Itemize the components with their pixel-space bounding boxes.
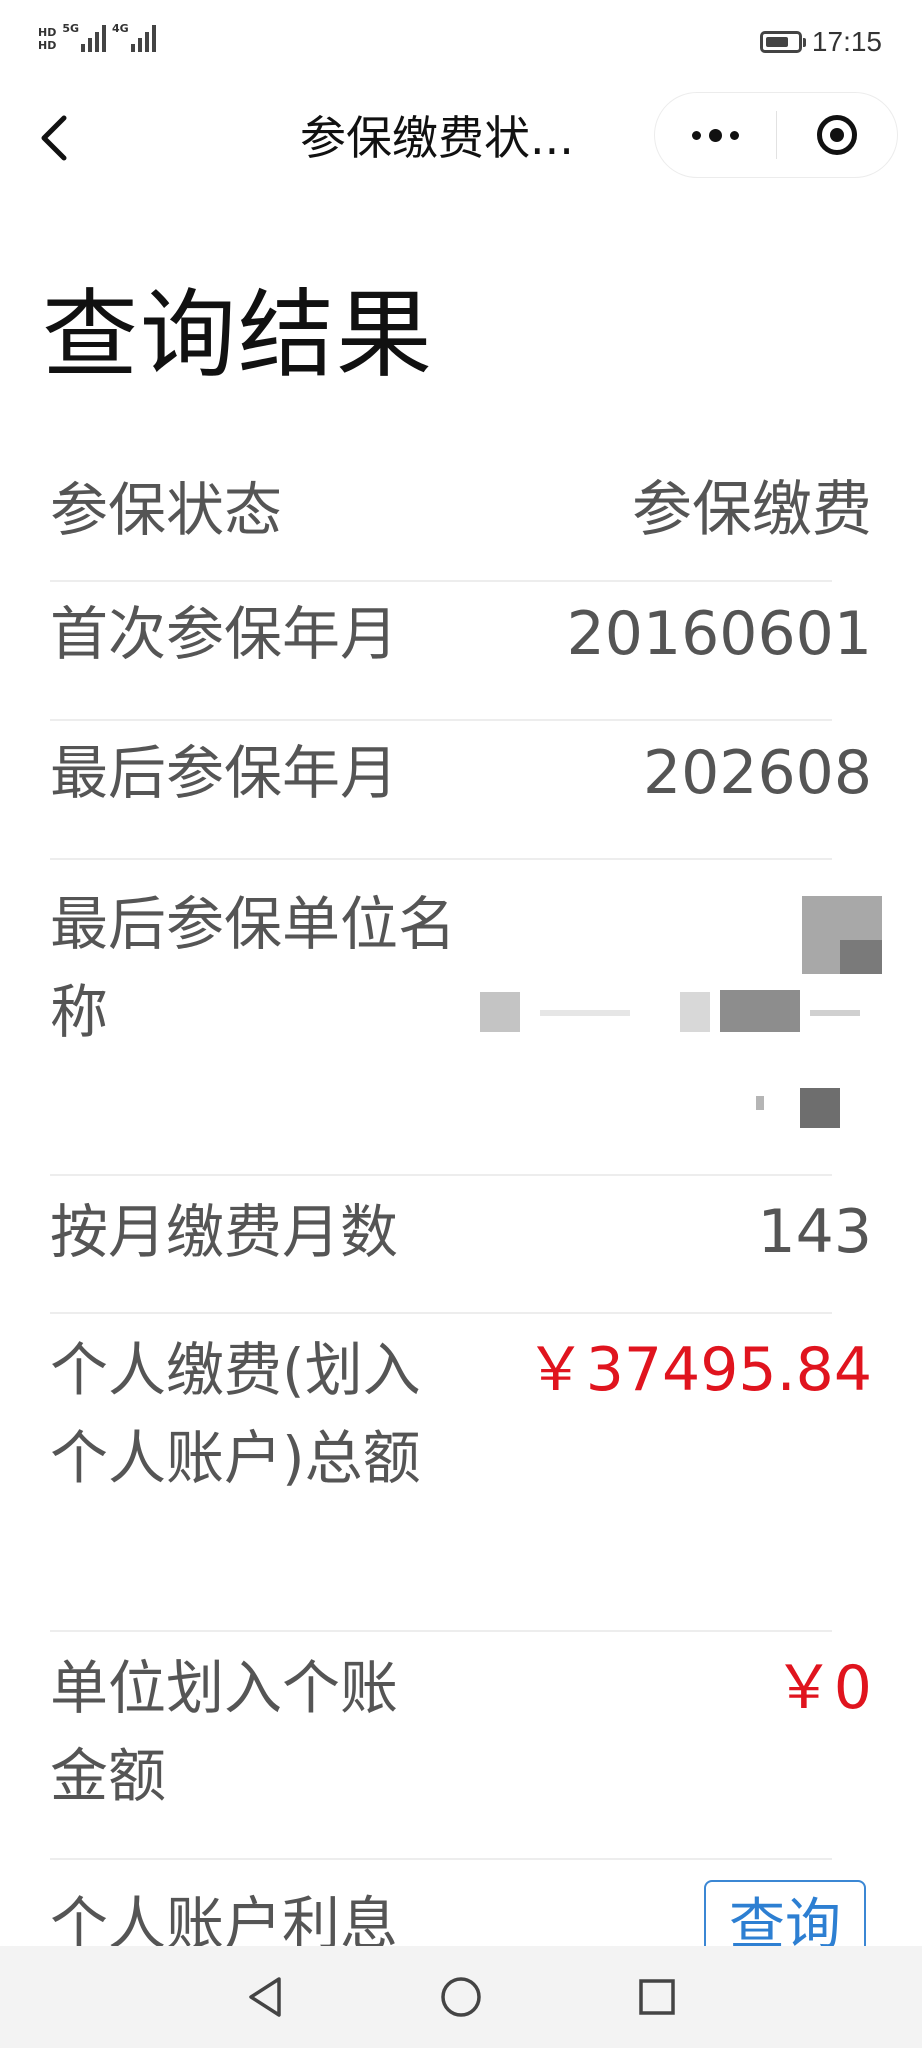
- row-label: 个人缴费(划入个人账户)总额: [50, 1336, 421, 1492]
- row-last-employer-name: 最后参保单位名称: [50, 860, 882, 1176]
- status-bar-right: 17:15: [759, 26, 882, 58]
- target-circle-icon: [816, 115, 857, 155]
- row-value: 20160601: [566, 599, 872, 669]
- row-personal-contribution-total: 个人缴费(划入个人账户)总额 ￥37495.84: [50, 1314, 872, 1632]
- row-value: 202608: [642, 738, 872, 808]
- status-bar: HD HD 5G 4G 17:15: [0, 0, 922, 86]
- row-value-amount: ￥0: [773, 1653, 872, 1723]
- system-home-button[interactable]: [436, 1972, 486, 2022]
- row-first-insured-month: 首次参保年月 20160601: [50, 582, 872, 721]
- row-last-insured-month: 最后参保年月 202608: [50, 721, 872, 860]
- row-insurance-status: 参保状态 参保缴费: [50, 444, 872, 582]
- triangle-back-icon: [249, 1977, 281, 2017]
- result-list: 参保状态 参保缴费 首次参保年月 20160601 最后参保年月 202608 …: [0, 444, 922, 2000]
- row-value: 参保缴费: [632, 475, 872, 545]
- signal-5g: 5G: [62, 22, 107, 52]
- signal-bars-icon: [81, 22, 107, 52]
- circle-home-icon: [441, 1977, 481, 2017]
- signal-4g: 4G: [112, 22, 156, 52]
- row-label: 最后参保单位名称: [50, 890, 457, 1046]
- nav-bar: 参保缴费状...: [0, 90, 922, 186]
- hd-label-1: HD: [38, 26, 57, 39]
- row-value-amount: ￥37495.84: [525, 1335, 872, 1405]
- close-miniprogram-button[interactable]: [777, 93, 898, 177]
- row-value: 143: [757, 1197, 872, 1267]
- system-nav-bar: [0, 1946, 922, 2048]
- hd-label-2: HD: [38, 39, 57, 52]
- system-recents-button[interactable]: [632, 1972, 682, 2022]
- network-4g-label: 4G: [112, 22, 129, 35]
- back-button[interactable]: [36, 108, 96, 168]
- more-dots-icon: [691, 128, 739, 142]
- system-back-button[interactable]: [240, 1972, 290, 2022]
- row-employer-to-personal-account: 单位划入个账金额 ￥0: [50, 1632, 872, 1860]
- signal-bars-icon-2: [130, 22, 156, 52]
- battery-icon: [759, 31, 806, 53]
- square-recents-icon: [639, 1979, 675, 2015]
- miniprogram-capsule: [654, 92, 898, 178]
- network-5g-label: 5G: [62, 22, 80, 35]
- chevron-left-icon: [41, 115, 67, 161]
- nav-title: 参保缴费状...: [300, 111, 574, 165]
- hd-indicator: HD HD: [38, 26, 56, 52]
- row-label: 按月缴费月数: [50, 1198, 399, 1266]
- screen: HD HD 5G 4G 17:15 参保缴费状... 查询结果 参保状态 参保缴…: [0, 0, 922, 2048]
- row-label: 单位划入个账金额: [50, 1654, 399, 1810]
- row-label: 首次参保年月: [50, 600, 399, 668]
- status-bar-left: HD HD 5G 4G: [38, 22, 156, 52]
- row-label: 参保状态: [50, 476, 283, 544]
- row-label: 最后参保年月: [50, 739, 399, 807]
- page-title: 查询结果: [42, 279, 434, 391]
- clock: 17:15: [811, 26, 882, 57]
- row-monthly-paid-months: 按月缴费月数 143: [50, 1176, 872, 1314]
- more-button[interactable]: [655, 93, 776, 177]
